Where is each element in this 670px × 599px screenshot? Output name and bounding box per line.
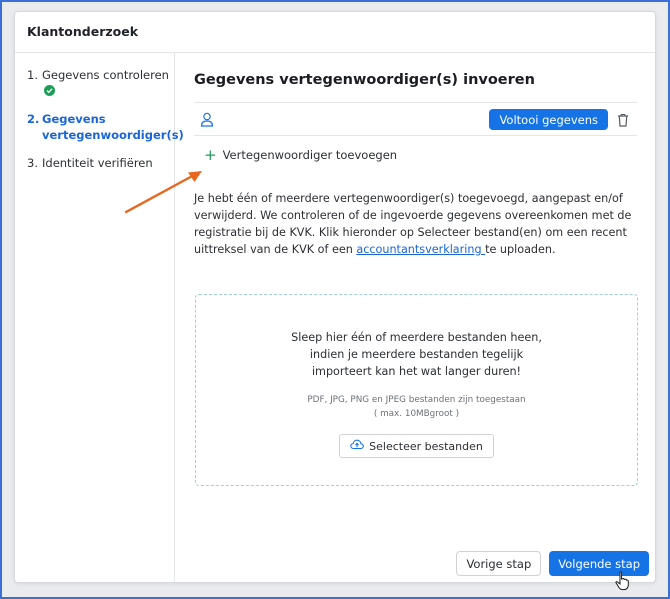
page-title: Klantonderzoek bbox=[15, 12, 655, 53]
main-card: Klantonderzoek 1. Gegevens controleren 2… bbox=[14, 11, 656, 583]
select-files-button[interactable]: Selecteer bestanden bbox=[339, 434, 494, 458]
sidebar-step-label: Gegevens vertegenwoordiger(s) bbox=[42, 112, 184, 142]
add-representative-link[interactable]: + Vertegenwoordiger toevoegen bbox=[194, 146, 637, 164]
main-content: Gegevens vertegenwoordiger(s) invoeren V… bbox=[176, 53, 655, 582]
sidebar-step-label: Gegevens controleren bbox=[42, 68, 169, 82]
complete-details-button[interactable]: Voltooi gegevens bbox=[489, 109, 608, 130]
plus-icon: + bbox=[204, 146, 217, 164]
allowed-formats: PDF, JPG, PNG en JPEG bestanden zijn toe… bbox=[307, 395, 526, 405]
sidebar-step-3[interactable]: 3. Identiteit verifiëren bbox=[27, 155, 174, 171]
add-representative-label: Vertegenwoordiger toevoegen bbox=[222, 148, 398, 162]
info-text: Je hebt één of meerdere vertegenwoordige… bbox=[194, 192, 632, 256]
sidebar-step-1[interactable]: 1. Gegevens controleren bbox=[27, 67, 174, 99]
accountant-statement-link[interactable]: accountantsverklaring bbox=[356, 243, 485, 256]
previous-step-button[interactable]: Vorige stap bbox=[456, 551, 542, 576]
representative-row: Voltooi gegevens bbox=[194, 102, 637, 136]
next-step-button[interactable]: Volgende stap bbox=[549, 551, 649, 576]
mouse-cursor-icon bbox=[615, 571, 629, 591]
sidebar-step-label: Identiteit verifiëren bbox=[42, 156, 153, 170]
person-icon bbox=[200, 112, 214, 131]
check-circle-icon bbox=[44, 85, 55, 96]
cloud-upload-icon bbox=[350, 439, 364, 453]
max-size: ( max. 10MBgroot ) bbox=[373, 409, 460, 419]
file-dropzone[interactable]: Sleep hier één of meerdere bestanden hee… bbox=[195, 294, 638, 486]
step-sidebar: 1. Gegevens controleren 2. Gegevens vert… bbox=[15, 53, 184, 582]
section-title: Gegevens vertegenwoordiger(s) invoeren bbox=[194, 72, 535, 88]
sidebar-step-2[interactable]: 2. Gegevens vertegenwoordiger(s) bbox=[27, 111, 184, 143]
trash-icon[interactable] bbox=[617, 112, 629, 131]
